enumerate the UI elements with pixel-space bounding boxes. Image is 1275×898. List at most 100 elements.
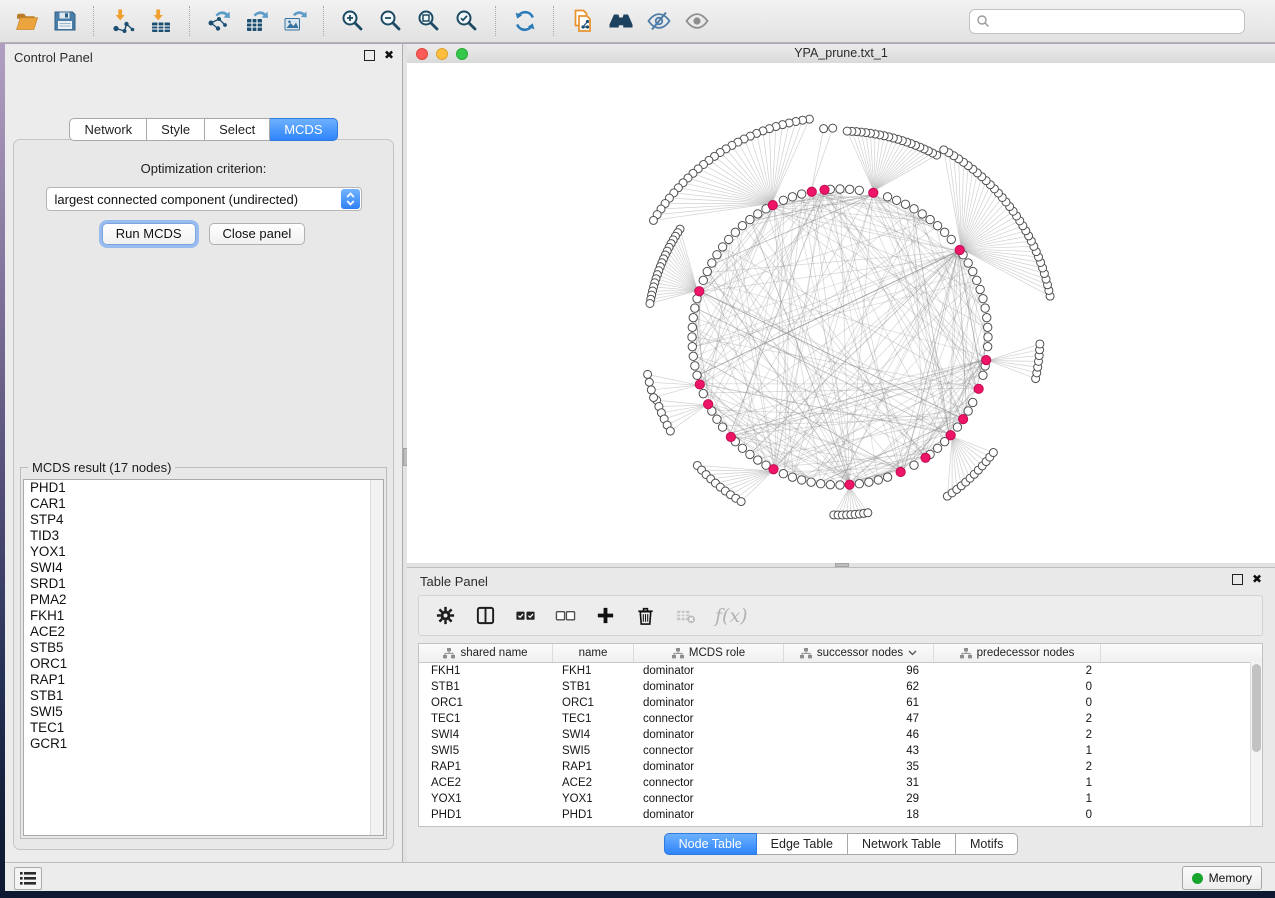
table-cell: RAP1 bbox=[419, 761, 553, 773]
criterion-select[interactable]: largest connected component (undirected) bbox=[46, 187, 362, 211]
column-header-MCDS-role[interactable]: MCDS role bbox=[634, 644, 784, 662]
toolbar-separator bbox=[189, 6, 191, 36]
table-cell: 62 bbox=[784, 681, 934, 693]
task-history-button[interactable] bbox=[14, 867, 42, 890]
import-table-icon[interactable] bbox=[146, 6, 176, 36]
table-row[interactable]: FKH1FKH1dominator962 bbox=[419, 663, 1262, 679]
table-row[interactable]: RAP1RAP1dominator352 bbox=[419, 759, 1262, 775]
table-cell: SWI4 bbox=[553, 729, 634, 741]
toolbar-separator bbox=[93, 6, 95, 36]
network-window: YPA_prune.txt_1 bbox=[407, 44, 1275, 563]
node-table: shared namenameMCDS role successor nodes p… bbox=[418, 643, 1263, 827]
zoom-fit-icon[interactable] bbox=[414, 6, 444, 36]
memory-button[interactable]: Memory bbox=[1182, 866, 1262, 890]
clone-network-icon[interactable] bbox=[568, 6, 598, 36]
column-header-predecessor-nodes[interactable]: predecessor nodes bbox=[934, 644, 1101, 662]
table-cell: connector bbox=[634, 793, 784, 805]
mcds-result-item: STP4 bbox=[24, 512, 383, 528]
table-row[interactable]: TEC1TEC1connector472 bbox=[419, 711, 1262, 727]
table-cell: connector bbox=[634, 777, 784, 789]
tab-edge-table[interactable]: Edge Table bbox=[757, 833, 848, 855]
mcds-result-item: YOX1 bbox=[24, 544, 383, 560]
table-cell: 2 bbox=[934, 761, 1101, 773]
table-row[interactable]: SWI5SWI5connector431 bbox=[419, 743, 1262, 759]
column-header-shared-name[interactable]: shared name bbox=[419, 644, 553, 662]
table-scrollbar[interactable] bbox=[1250, 662, 1262, 826]
search-input[interactable] bbox=[990, 11, 1244, 31]
tab-node-table[interactable]: Node Table bbox=[664, 833, 757, 855]
table-cell: 2 bbox=[934, 713, 1101, 725]
add-column-icon[interactable] bbox=[595, 605, 616, 626]
show-eye-icon[interactable] bbox=[682, 6, 712, 36]
table-cell: dominator bbox=[634, 729, 784, 741]
mcds-result-item: SWI4 bbox=[24, 560, 383, 576]
list-icon bbox=[20, 872, 36, 885]
export-table-icon[interactable] bbox=[242, 6, 272, 36]
control-panel-header: Control Panel ✖ bbox=[5, 44, 402, 70]
table-row[interactable]: SWI4SWI4dominator462 bbox=[419, 727, 1262, 743]
mcds-result-item: TEC1 bbox=[24, 720, 383, 736]
table-row[interactable]: ORC1ORC1dominator610 bbox=[419, 695, 1262, 711]
network-canvas[interactable] bbox=[407, 63, 1275, 563]
run-mcds-button[interactable]: Run MCDS bbox=[102, 223, 196, 245]
mcds-list-scrollbar[interactable] bbox=[370, 480, 383, 835]
zoom-selected-icon[interactable] bbox=[452, 6, 482, 36]
zoom-in-icon[interactable] bbox=[338, 6, 368, 36]
table-cell: 18 bbox=[784, 809, 934, 821]
select-all-icon[interactable] bbox=[515, 605, 536, 626]
tab-style[interactable]: Style bbox=[147, 118, 205, 141]
table-settings-gear-icon[interactable] bbox=[435, 605, 456, 626]
export-network-icon[interactable] bbox=[204, 6, 234, 36]
table-cell: SWI5 bbox=[553, 745, 634, 757]
zoom-out-icon[interactable] bbox=[376, 6, 406, 36]
network-window-titlebar[interactable]: YPA_prune.txt_1 bbox=[407, 44, 1275, 64]
mcds-result-item: FKH1 bbox=[24, 608, 383, 624]
table-cell: dominator bbox=[634, 665, 784, 677]
hide-selection-icon[interactable] bbox=[644, 6, 674, 36]
import-network-icon[interactable] bbox=[108, 6, 138, 36]
tab-mcds[interactable]: MCDS bbox=[270, 118, 337, 141]
delete-icon[interactable] bbox=[635, 605, 656, 626]
save-session-icon[interactable] bbox=[50, 6, 80, 36]
export-image-icon[interactable] bbox=[280, 6, 310, 36]
mcds-result-list[interactable]: PHD1CAR1STP4TID3YOX1SWI4SRD1PMA2FKH1ACE2… bbox=[23, 479, 384, 836]
deselect-all-icon[interactable] bbox=[555, 605, 576, 626]
close-panel-icon[interactable]: ✖ bbox=[384, 50, 394, 61]
delete-table-icon-disabled bbox=[675, 605, 696, 626]
tab-select[interactable]: Select bbox=[205, 118, 270, 141]
table-cell: 0 bbox=[934, 681, 1101, 693]
control-panel: Control Panel ✖ Network Style Select MCD… bbox=[5, 44, 402, 862]
table-cell: TEC1 bbox=[553, 713, 634, 725]
tab-motifs[interactable]: Motifs bbox=[956, 833, 1018, 855]
toolbar-separator bbox=[553, 6, 555, 36]
tab-network[interactable]: Network bbox=[69, 118, 147, 141]
float-panel-icon[interactable] bbox=[1232, 574, 1243, 585]
column-header-name[interactable]: name bbox=[553, 644, 634, 662]
column-header-successor-nodes[interactable]: successor nodes bbox=[784, 644, 934, 662]
table-row[interactable]: STB1STB1dominator620 bbox=[419, 679, 1262, 695]
table-row[interactable]: ACE2ACE2connector311 bbox=[419, 775, 1262, 791]
column-header-filler bbox=[1101, 644, 1262, 662]
binoculars-icon[interactable] bbox=[606, 6, 636, 36]
table-panel: Table Panel ✖ f(x) shared namenameMCDS r… bbox=[407, 567, 1275, 862]
float-panel-icon[interactable] bbox=[364, 50, 375, 61]
close-panel-button[interactable]: Close panel bbox=[209, 223, 306, 245]
refresh-layout-icon[interactable] bbox=[510, 6, 540, 36]
table-cell: 47 bbox=[784, 713, 934, 725]
function-builder-icon-disabled: f(x) bbox=[715, 605, 748, 627]
shared-column-icon bbox=[443, 648, 455, 659]
close-panel-icon[interactable]: ✖ bbox=[1252, 574, 1262, 585]
show-columns-icon[interactable] bbox=[475, 605, 496, 626]
column-label: successor nodes bbox=[817, 647, 903, 659]
search-box[interactable] bbox=[969, 9, 1245, 34]
table-row[interactable]: YOX1YOX1connector291 bbox=[419, 791, 1262, 807]
table-panel-header: Table Panel ✖ bbox=[407, 568, 1275, 594]
table-cell: 31 bbox=[784, 777, 934, 789]
mcds-result-item: STB1 bbox=[24, 688, 383, 704]
tab-network-table[interactable]: Network Table bbox=[848, 833, 956, 855]
table-cell: connector bbox=[634, 745, 784, 757]
table-row[interactable]: PHD1PHD1dominator180 bbox=[419, 807, 1262, 823]
scrollbar-thumb[interactable] bbox=[1252, 664, 1261, 752]
open-file-icon[interactable] bbox=[12, 6, 42, 36]
table-cell: 61 bbox=[784, 697, 934, 709]
